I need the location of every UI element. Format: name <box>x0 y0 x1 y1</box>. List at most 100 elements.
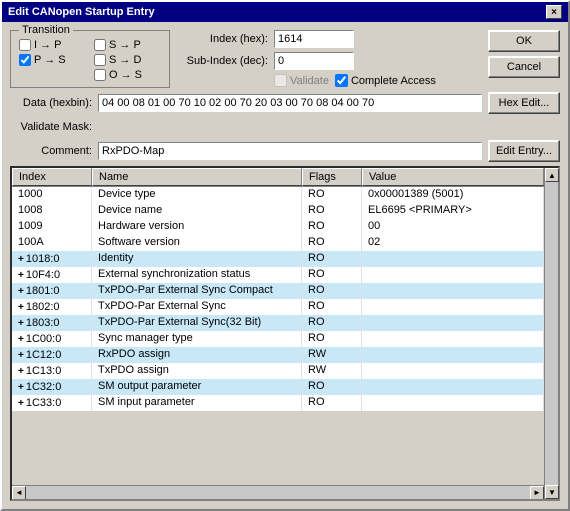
checkbox-s-d[interactable]: S → D <box>94 54 161 66</box>
validate-checkbox-container[interactable]: Validate <box>274 74 329 87</box>
cell-value <box>362 379 544 395</box>
subindex-input[interactable] <box>274 52 354 70</box>
expand-icon[interactable]: + <box>18 398 24 409</box>
cell-value <box>362 315 544 331</box>
index-label: Index (hex): <box>178 33 268 45</box>
cell-flags: RO <box>302 331 362 347</box>
col-index: Index <box>12 168 92 186</box>
cell-name: RxPDO assign <box>92 347 302 363</box>
checkbox-s-p-label: S → P <box>109 39 141 51</box>
cell-flags: RO <box>302 315 362 331</box>
ok-button[interactable]: OK <box>488 30 560 52</box>
cell-flags: RO <box>302 379 362 395</box>
v-scroll-track[interactable] <box>545 182 558 485</box>
cell-index: +1C33:0 <box>12 395 92 411</box>
checkbox-i-p-label: I → P <box>34 39 62 51</box>
checkbox-s-p[interactable]: S → P <box>94 39 161 51</box>
checkbox-i-p[interactable]: I → P <box>19 39 86 51</box>
complete-access-checkbox[interactable] <box>335 74 348 87</box>
comment-label: Comment: <box>10 145 92 157</box>
table-row[interactable]: +1C12:0 RxPDO assign RW <box>12 347 544 363</box>
cell-name: External synchronization status <box>92 267 302 283</box>
table-row[interactable]: +1C33:0 SM input parameter RO <box>12 395 544 411</box>
cancel-button[interactable]: Cancel <box>488 56 560 78</box>
cell-flags: RO <box>302 299 362 315</box>
data-input[interactable] <box>98 94 482 112</box>
expand-icon[interactable]: + <box>18 270 24 281</box>
cell-index: 100A <box>12 235 92 251</box>
comment-input[interactable] <box>98 142 482 160</box>
table-row[interactable]: +1C13:0 TxPDO assign RW <box>12 363 544 379</box>
table-row[interactable]: +1803:0 TxPDO-Par External Sync(32 Bit) … <box>12 315 544 331</box>
cell-name: Device type <box>92 187 302 203</box>
cell-value <box>362 299 544 315</box>
checkbox-p-s-label: P → S <box>34 54 66 66</box>
checkbox-s-d-input[interactable] <box>94 54 106 66</box>
comment-row: Comment: Edit Entry... <box>10 140 560 162</box>
cell-flags: RO <box>302 187 362 203</box>
table-row[interactable]: 1000 Device type RO 0x00001389 (5001) <box>12 187 544 203</box>
checkbox-s-d-label: S → D <box>109 54 141 66</box>
title-bar: Edit CANopen Startup Entry × <box>2 2 568 22</box>
index-input[interactable] <box>274 30 354 48</box>
action-buttons: OK Cancel <box>488 30 560 88</box>
cell-name: Sync manager type <box>92 331 302 347</box>
cell-value <box>362 395 544 411</box>
scroll-up-button[interactable]: ▲ <box>545 168 559 182</box>
cell-index: +1802:0 <box>12 299 92 315</box>
table-row[interactable]: +10F4:0 External synchronization status … <box>12 267 544 283</box>
cell-value <box>362 283 544 299</box>
checkbox-s-p-input[interactable] <box>94 39 106 51</box>
table-row[interactable]: +1018:0 Identity RO <box>12 251 544 267</box>
horizontal-scrollbar[interactable]: ◄ ► <box>12 485 544 499</box>
checkbox-o-s[interactable]: O → S <box>94 69 161 81</box>
cell-value <box>362 363 544 379</box>
cell-flags: RW <box>302 347 362 363</box>
cell-index: 1000 <box>12 187 92 203</box>
vertical-scrollbar[interactable]: ▲ ▼ <box>544 168 558 499</box>
close-button[interactable]: × <box>546 5 562 19</box>
edit-entry-button[interactable]: Edit Entry... <box>488 140 560 162</box>
table-body[interactable]: 1000 Device type RO 0x00001389 (5001) 10… <box>12 187 544 485</box>
window-title: Edit CANopen Startup Entry <box>8 6 155 18</box>
checkbox-p-s-input[interactable] <box>19 54 31 66</box>
scroll-left-button[interactable]: ◄ <box>12 486 26 500</box>
cell-flags: RO <box>302 219 362 235</box>
expand-icon[interactable]: + <box>18 350 24 361</box>
expand-icon[interactable]: + <box>18 254 24 265</box>
cell-index: +1018:0 <box>12 251 92 267</box>
expand-icon[interactable]: + <box>18 302 24 313</box>
cell-flags: RO <box>302 267 362 283</box>
table-row[interactable]: +1C32:0 SM output parameter RO <box>12 379 544 395</box>
cell-name: SM output parameter <box>92 379 302 395</box>
transition-checkboxes: I → P S → P P → S S → D <box>19 39 161 81</box>
expand-icon[interactable]: + <box>18 382 24 393</box>
cell-value <box>362 267 544 283</box>
cell-value <box>362 331 544 347</box>
expand-icon[interactable]: + <box>18 334 24 345</box>
expand-icon[interactable]: + <box>18 318 24 329</box>
complete-access-container[interactable]: Complete Access <box>335 74 436 87</box>
scroll-down-button[interactable]: ▼ <box>545 485 559 499</box>
cell-flags: RO <box>302 283 362 299</box>
checkbox-p-s[interactable]: P → S <box>19 54 86 66</box>
scroll-right-button[interactable]: ► <box>530 486 544 500</box>
scroll-track[interactable] <box>26 486 530 500</box>
cell-flags: RO <box>302 235 362 251</box>
table-row[interactable]: +1802:0 TxPDO-Par External Sync RO <box>12 299 544 315</box>
table-row[interactable]: 1008 Device name RO EL6695 <PRIMARY> <box>12 203 544 219</box>
expand-icon[interactable]: + <box>18 286 24 297</box>
table-row[interactable]: 1009 Hardware version RO 00 <box>12 219 544 235</box>
checkbox-i-p-input[interactable] <box>19 39 31 51</box>
checkbox-o-s-input[interactable] <box>94 69 106 81</box>
table-row[interactable]: 100A Software version RO 02 <box>12 235 544 251</box>
table-row[interactable]: +1801:0 TxPDO-Par External Sync Compact … <box>12 283 544 299</box>
expand-icon[interactable]: + <box>18 366 24 377</box>
cell-index: 1009 <box>12 219 92 235</box>
hex-edit-button[interactable]: Hex Edit... <box>488 92 560 114</box>
cell-index: +1803:0 <box>12 315 92 331</box>
cell-flags: RO <box>302 395 362 411</box>
cell-index: +1801:0 <box>12 283 92 299</box>
table-row[interactable]: +1C00:0 Sync manager type RO <box>12 331 544 347</box>
cell-value: EL6695 <PRIMARY> <box>362 203 544 219</box>
